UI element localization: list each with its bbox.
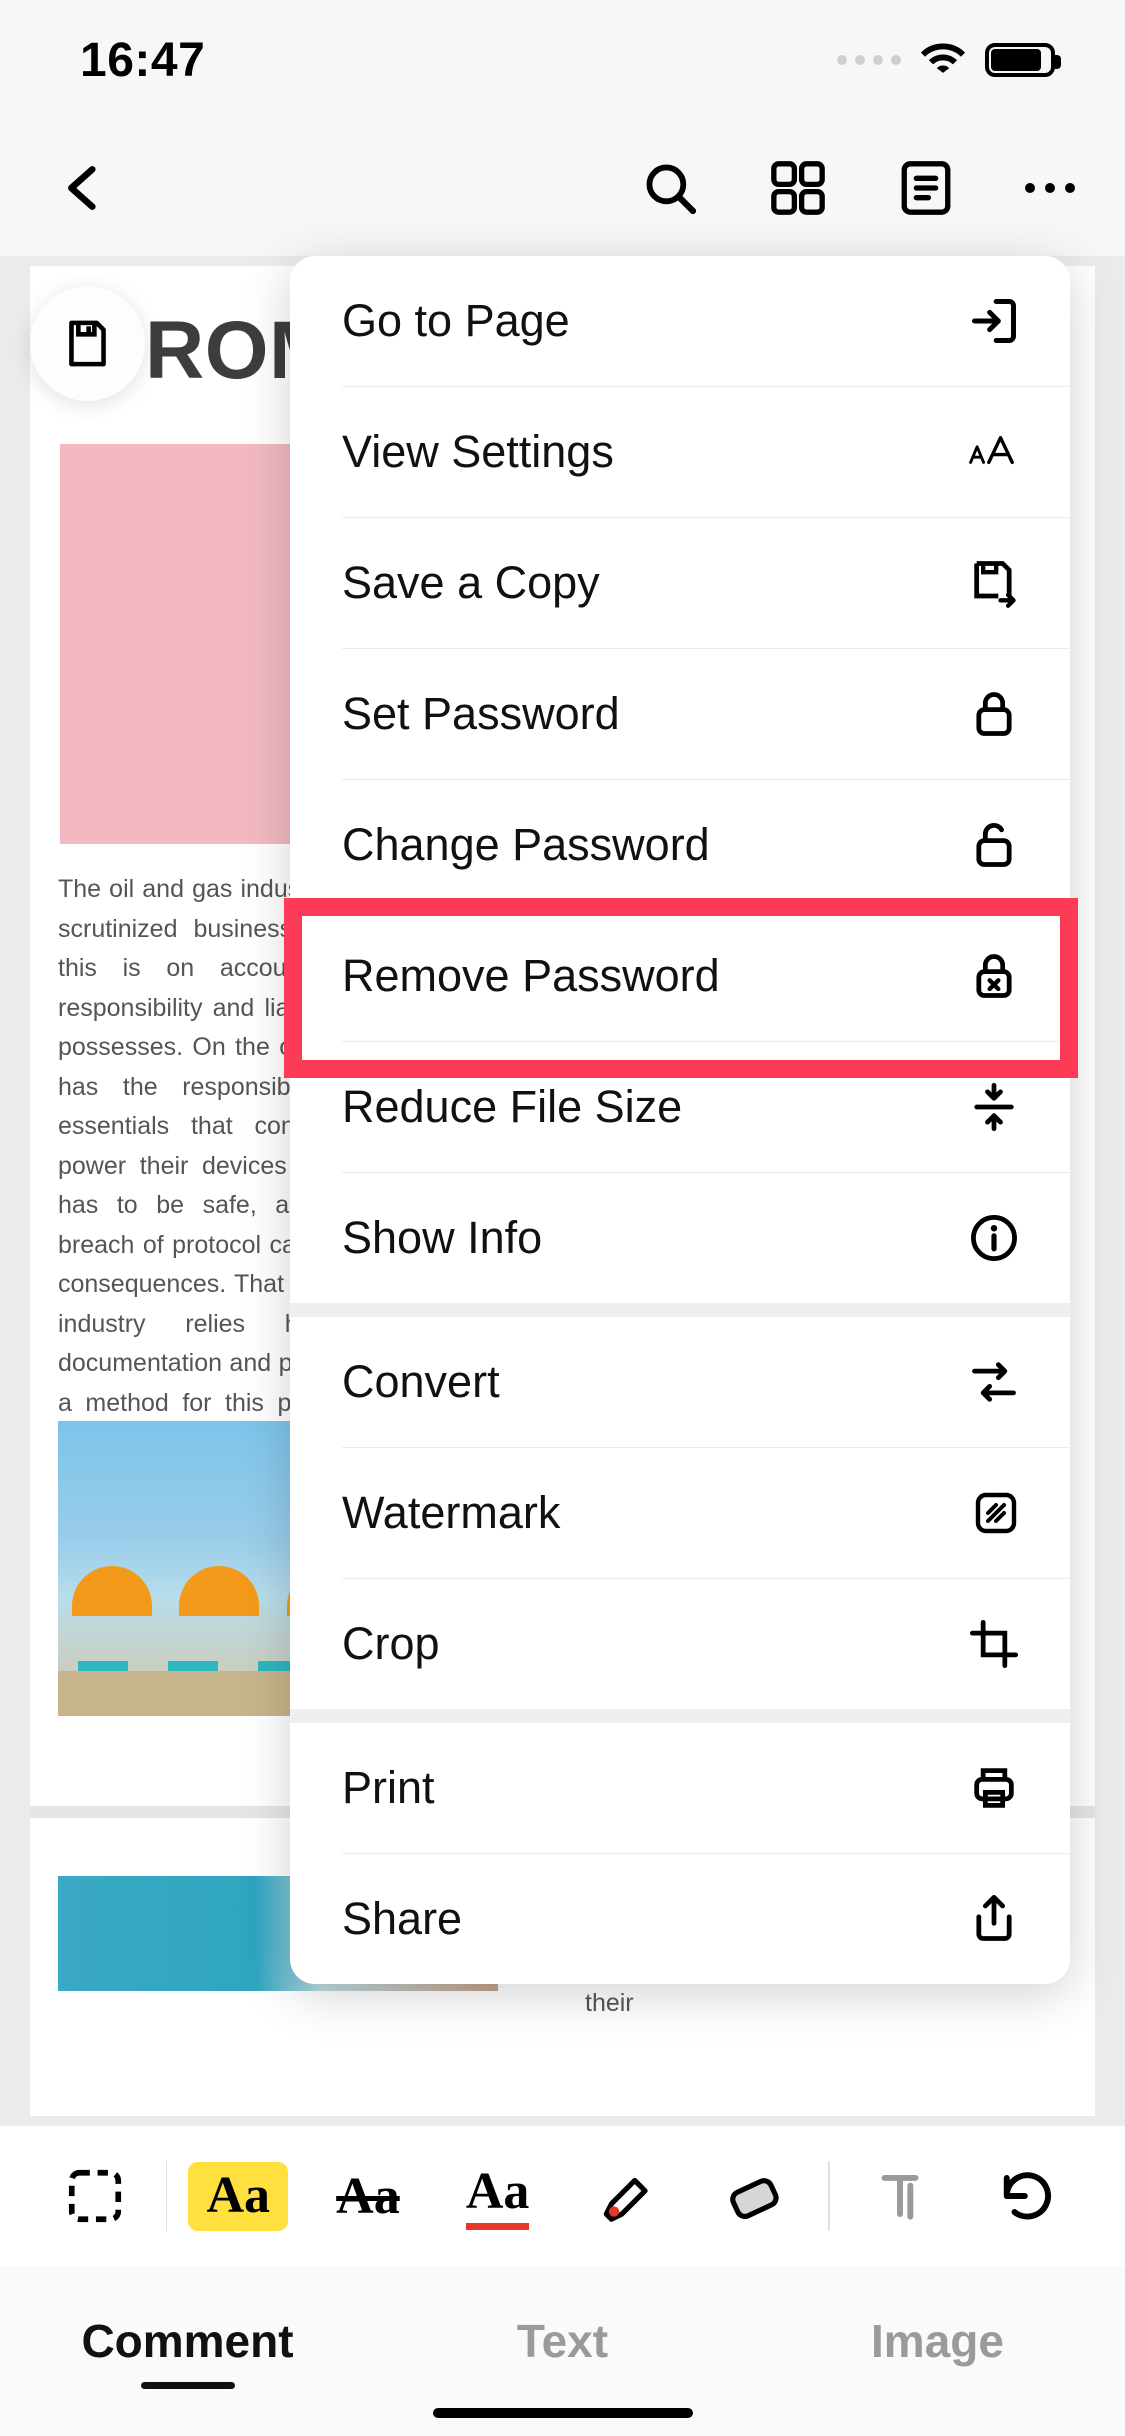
annotation-toolbar: Aa Aa Aa (0, 2126, 1125, 2266)
eraser-button[interactable] (692, 2146, 822, 2246)
tab-image[interactable]: Image (750, 2266, 1125, 2436)
menu-item-reduce-file-size[interactable]: Reduce File Size (290, 1042, 1070, 1172)
battery-icon (985, 43, 1055, 77)
compress-icon (968, 1081, 1020, 1133)
menu-label: View Settings (342, 426, 614, 478)
menu-item-share[interactable]: Share (290, 1854, 1070, 1984)
menu-label: Save a Copy (342, 557, 600, 609)
search-button[interactable] (641, 159, 699, 217)
underline-sample: Aa (466, 2162, 530, 2230)
tab-label: Image (871, 2314, 1004, 2368)
menu-item-set-password[interactable]: Set Password (290, 649, 1070, 779)
info-icon (968, 1212, 1020, 1264)
go-to-page-icon (968, 295, 1020, 347)
tab-label: Comment (81, 2314, 293, 2368)
outline-button[interactable] (897, 159, 955, 217)
highlight-sample: Aa (188, 2162, 288, 2231)
share-icon (968, 1893, 1020, 1945)
more-actions-menu: Go to Page View Settings Save a Copy Set… (290, 256, 1070, 1984)
wifi-icon (921, 38, 965, 82)
menu-label: Print (342, 1762, 435, 1814)
menu-item-convert[interactable]: Convert (290, 1317, 1070, 1447)
text-size-icon (968, 426, 1020, 478)
undo-button[interactable] (965, 2146, 1095, 2246)
menu-item-view-settings[interactable]: View Settings (290, 387, 1070, 517)
unlock-icon (968, 819, 1020, 871)
menu-item-save-copy[interactable]: Save a Copy (290, 518, 1070, 648)
strikethrough-button[interactable]: Aa (303, 2146, 433, 2246)
home-indicator (433, 2408, 693, 2418)
save-copy-icon (968, 557, 1020, 609)
lock-icon (968, 688, 1020, 740)
back-button[interactable] (55, 160, 111, 216)
tab-comment[interactable]: Comment (0, 2266, 375, 2436)
text-cursor-button[interactable] (836, 2146, 966, 2246)
menu-label: Set Password (342, 688, 620, 740)
menu-item-change-password[interactable]: Change Password (290, 780, 1070, 910)
status-bar: 16:47 (0, 0, 1125, 120)
crop-icon (968, 1618, 1020, 1670)
more-menu-button[interactable] (1025, 183, 1075, 193)
status-indicators (837, 38, 1055, 82)
menu-label: Go to Page (342, 295, 570, 347)
watermark-icon (972, 1489, 1020, 1537)
menu-label: Share (342, 1893, 462, 1945)
top-navbar (0, 120, 1125, 256)
menu-label: Reduce File Size (342, 1081, 682, 1133)
menu-item-show-info[interactable]: Show Info (290, 1173, 1070, 1303)
tab-label: Text (517, 2314, 608, 2368)
status-time: 16:47 (80, 33, 205, 88)
thumbnail-grid-button[interactable] (769, 159, 827, 217)
save-fab-button[interactable] (30, 286, 145, 401)
active-tab-indicator (141, 2382, 235, 2389)
menu-label: Crop (342, 1618, 440, 1670)
cellular-dots-icon (837, 55, 901, 65)
marker-pen-button[interactable] (562, 2146, 692, 2246)
menu-item-watermark[interactable]: Watermark (290, 1448, 1070, 1578)
convert-icon (968, 1356, 1020, 1408)
menu-label: Show Info (342, 1212, 542, 1264)
underline-button[interactable]: Aa (433, 2146, 563, 2246)
menu-label: Remove Password (342, 950, 720, 1002)
menu-label: Convert (342, 1356, 500, 1408)
menu-label: Watermark (342, 1487, 560, 1539)
print-icon (968, 1762, 1020, 1814)
menu-item-crop[interactable]: Crop (290, 1579, 1070, 1709)
lock-remove-icon (968, 950, 1020, 1002)
selection-tool-button[interactable] (30, 2146, 160, 2246)
menu-item-remove-password[interactable]: Remove Password (290, 911, 1070, 1041)
menu-label: Change Password (342, 819, 710, 871)
menu-item-go-to-page[interactable]: Go to Page (290, 256, 1070, 386)
menu-item-print[interactable]: Print (290, 1723, 1070, 1853)
highlight-text-button[interactable]: Aa (173, 2146, 303, 2246)
strike-sample: Aa (336, 2167, 400, 2226)
